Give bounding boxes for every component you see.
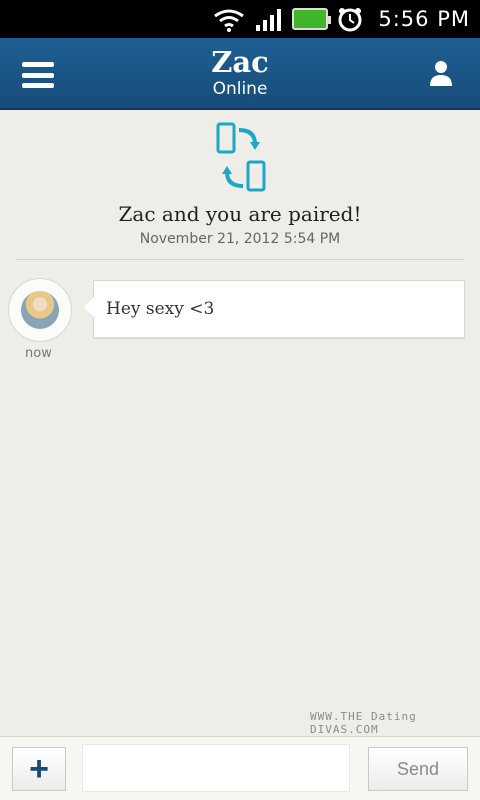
contact-avatar[interactable]	[8, 278, 72, 342]
status-bar: 5:56 PM	[0, 0, 480, 38]
menu-line	[22, 62, 54, 67]
message-time: now	[25, 346, 52, 361]
contact-name: Zac	[211, 45, 269, 79]
message-bubble[interactable]: Hey sexy <3	[84, 280, 465, 338]
contact-info: Zac Online	[140, 46, 340, 100]
message-text: Hey sexy <3	[106, 299, 215, 319]
wifi-icon	[214, 9, 245, 32]
battery-icon	[292, 8, 332, 30]
message-input[interactable]	[82, 744, 350, 792]
status-time: 5:56 PM	[378, 7, 470, 31]
message-composer: + Send	[0, 736, 480, 800]
paired-timestamp: November 21, 2012 5:54 PM	[139, 231, 341, 247]
chat-area[interactable]: Zac and you are paired! November 21, 201…	[0, 110, 480, 736]
contact-status: Online	[212, 79, 268, 99]
chat-header: Zac Online	[0, 38, 480, 110]
menu-line	[22, 72, 54, 78]
send-button[interactable]: Send	[368, 747, 468, 791]
menu-icon[interactable]	[22, 62, 54, 88]
add-attachment-button[interactable]: +	[12, 747, 66, 791]
avatar-image	[21, 291, 59, 329]
section-divider	[16, 259, 464, 260]
watermark: WWW.THE Dating DIVAS.COM	[310, 710, 417, 736]
menu-line	[22, 83, 54, 88]
pair-icon	[216, 122, 266, 192]
signal-icon	[256, 9, 282, 31]
profile-icon[interactable]	[426, 58, 456, 88]
paired-message: Zac and you are paired!	[118, 202, 362, 226]
alarm-icon	[338, 8, 362, 32]
